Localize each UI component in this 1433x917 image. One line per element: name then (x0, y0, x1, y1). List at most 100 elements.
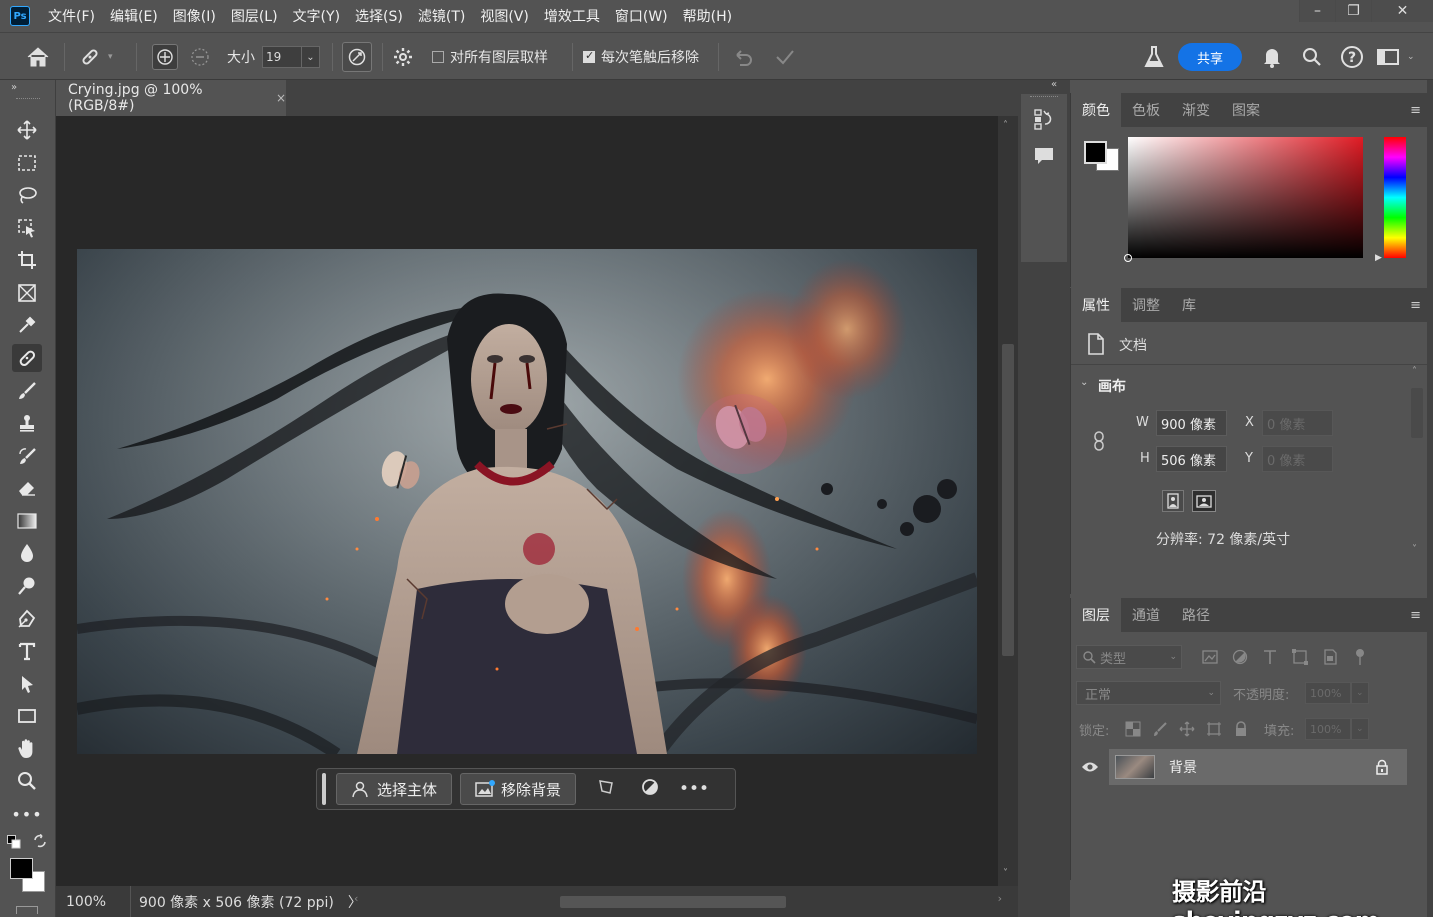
pressure-size-button[interactable] (342, 33, 372, 81)
landscape-orientation-button[interactable] (1192, 490, 1216, 512)
scroll-up-icon[interactable]: ˄ (1003, 120, 1008, 131)
adjustment-layer-filter-icon[interactable] (1231, 648, 1249, 666)
tab-patterns[interactable]: 图案 (1221, 93, 1271, 127)
lasso-tool[interactable] (12, 181, 42, 209)
notifications-button[interactable] (1262, 33, 1282, 81)
collapse-toolbar-icon[interactable]: » (11, 82, 17, 93)
swap-colors-button[interactable] (33, 833, 47, 852)
menu-help[interactable]: 帮助(H) (683, 6, 732, 26)
tool-preset-picker[interactable]: ▾ (78, 33, 113, 81)
menu-type[interactable]: 文字(Y) (293, 6, 340, 26)
document-tab[interactable]: Crying.jpg @ 100%(RGB/8#) × (56, 80, 286, 116)
size-dropdown[interactable]: ⌄ (302, 46, 320, 68)
menu-plugins[interactable]: 增效工具 (544, 6, 600, 26)
expand-panels-icon[interactable]: « (1051, 79, 1057, 90)
undo-button[interactable] (732, 33, 754, 81)
lock-position-icon[interactable] (1179, 721, 1195, 737)
type-layer-filter-icon[interactable] (1261, 648, 1279, 666)
more-options-button[interactable]: ••• (672, 779, 716, 799)
close-tab-icon[interactable]: × (276, 91, 286, 105)
object-selection-tool[interactable] (12, 214, 42, 242)
shape-layer-filter-icon[interactable] (1291, 648, 1309, 666)
menu-image[interactable]: 图像(I) (173, 6, 216, 26)
toolbar-grip[interactable] (16, 98, 40, 101)
chevron-down-icon[interactable]: ⌄ (1080, 377, 1088, 388)
transform-button[interactable] (584, 778, 628, 801)
layer-filter-dropdown[interactable]: 类型 ⌄ (1076, 645, 1182, 669)
menu-select[interactable]: 选择(S) (355, 6, 403, 26)
panel-menu-icon[interactable]: ≡ (1410, 298, 1421, 313)
default-colors-button[interactable] (7, 835, 21, 853)
close-button[interactable]: ✕ (1371, 0, 1433, 22)
share-button[interactable]: 共享 (1178, 43, 1242, 71)
menu-window[interactable]: 窗口(W) (615, 6, 668, 26)
remove-after-stroke-checkbox[interactable]: 每次笔触后移除 (583, 33, 699, 81)
panel-grip[interactable] (1030, 96, 1058, 99)
properties-scrollbar[interactable]: ˄ ˅ (1407, 366, 1427, 562)
rectangle-tool[interactable] (12, 702, 42, 730)
checkbox-checked[interactable] (583, 49, 595, 63)
labs-button[interactable] (1143, 33, 1165, 81)
scroll-right-icon[interactable]: › (998, 892, 1002, 905)
saturation-brightness-field[interactable] (1124, 137, 1363, 262)
lock-image-pixels-icon[interactable] (1152, 721, 1168, 737)
search-button[interactable] (1302, 33, 1322, 81)
blend-mode-dropdown[interactable]: 正常 ⌄ (1076, 681, 1221, 705)
layer-name[interactable]: 背景 (1169, 757, 1197, 777)
move-tool[interactable] (12, 116, 42, 144)
frame-tool[interactable] (12, 279, 42, 307)
portrait-orientation-button[interactable] (1162, 490, 1184, 512)
type-tool[interactable] (12, 637, 42, 665)
tab-channels[interactable]: 通道 (1121, 598, 1171, 632)
link-dimensions-button[interactable] (1092, 431, 1106, 455)
task-bar-grip[interactable] (322, 773, 326, 805)
tab-adjustments[interactable]: 调整 (1121, 288, 1171, 322)
fill-dropdown[interactable]: ⌄ (1351, 718, 1369, 740)
comments-panel-button[interactable] (1033, 146, 1055, 170)
menu-file[interactable]: 文件(F) (48, 6, 95, 26)
tab-color[interactable]: 颜色 (1071, 93, 1121, 127)
opacity-field[interactable]: 100% (1305, 682, 1351, 704)
commit-button[interactable] (774, 33, 796, 81)
tab-paths[interactable]: 路径 (1171, 598, 1221, 632)
color-picker-handle[interactable] (1124, 254, 1132, 262)
brush-mode-subtract[interactable] (190, 33, 210, 81)
layer-visibility-toggle[interactable] (1071, 749, 1109, 785)
eraser-tool[interactable] (12, 474, 42, 502)
scroll-down-icon[interactable]: ˅ (1003, 868, 1008, 879)
lock-artboard-icon[interactable] (1206, 721, 1222, 737)
quick-mask-button[interactable] (16, 906, 38, 914)
layer-item[interactable]: 背景 (1109, 749, 1407, 785)
fill-field[interactable]: 100% (1305, 718, 1351, 740)
eyedropper-tool[interactable] (12, 311, 42, 339)
y-field[interactable]: 0 像素 (1262, 446, 1333, 472)
foreground-color-chip[interactable] (1084, 141, 1107, 164)
opacity-dropdown[interactable]: ⌄ (1351, 682, 1369, 704)
size-control[interactable]: 19 ⌄ (262, 33, 320, 81)
filter-toggle-icon[interactable] (1351, 648, 1369, 666)
edit-toolbar-button[interactable]: ••• (11, 800, 42, 828)
spot-healing-brush-tool[interactable] (12, 344, 42, 372)
size-input[interactable]: 19 (262, 46, 302, 68)
clone-stamp-tool[interactable] (12, 409, 42, 437)
blur-tool[interactable] (12, 539, 42, 567)
width-field[interactable]: 900 像素 (1156, 410, 1227, 436)
home-button[interactable] (26, 33, 50, 81)
tab-gradients[interactable]: 渐变 (1171, 93, 1221, 127)
scroll-up-icon[interactable]: ˄ (1412, 366, 1417, 377)
scroll-left-icon[interactable]: ‹ (354, 892, 358, 905)
horizontal-scroll-thumb[interactable] (560, 896, 786, 908)
menu-layer[interactable]: 图层(L) (231, 6, 278, 26)
marquee-tool[interactable] (12, 149, 42, 177)
smart-object-filter-icon[interactable] (1321, 648, 1339, 666)
pen-tool[interactable] (12, 605, 42, 633)
path-selection-tool[interactable] (12, 670, 42, 698)
history-brush-tool[interactable] (12, 442, 42, 470)
help-button[interactable]: ? (1340, 33, 1364, 81)
restore-button[interactable]: ❐ (1335, 0, 1371, 22)
workspace-switcher[interactable]: ⌄ (1377, 33, 1415, 81)
hue-slider-handle[interactable]: ▶ (1375, 253, 1382, 263)
gradient-tool[interactable] (12, 507, 42, 535)
lock-transparent-pixels-icon[interactable] (1125, 721, 1141, 737)
lock-all-icon[interactable] (1233, 721, 1249, 737)
